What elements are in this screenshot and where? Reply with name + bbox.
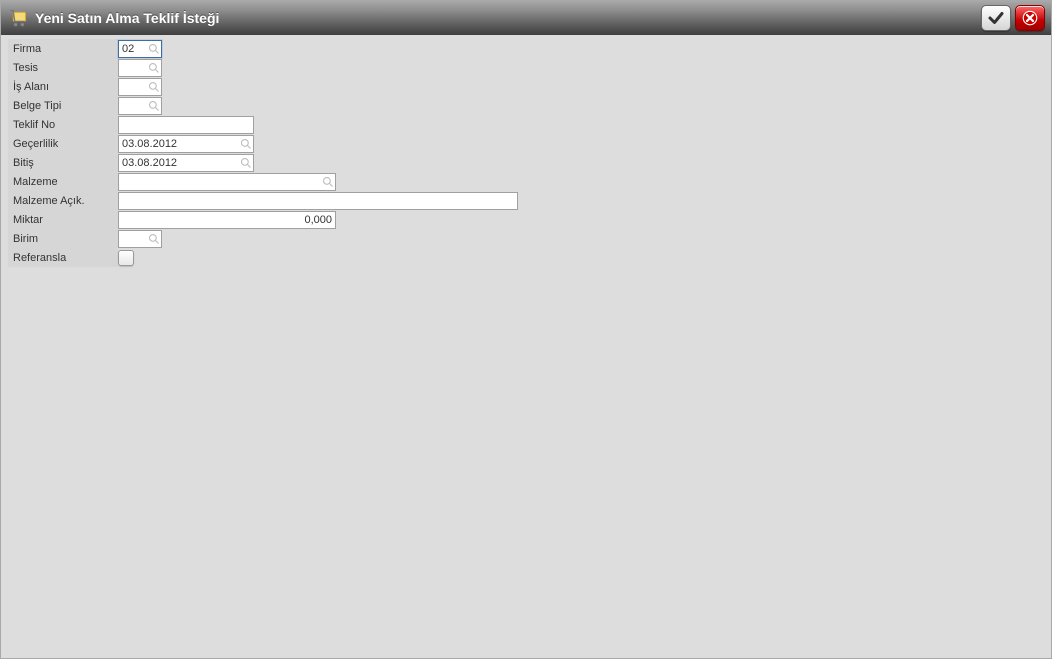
label-tesis: Tesis: [8, 58, 118, 77]
search-icon[interactable]: [148, 100, 160, 112]
row-gecerlilik: Geçerlilik: [8, 134, 1044, 153]
close-button[interactable]: [1015, 5, 1045, 31]
label-malzeme: Malzeme: [8, 172, 118, 191]
label-is-alani: İş Alanı: [8, 77, 118, 96]
titlebar-buttons: [981, 5, 1045, 31]
input-teklif-no[interactable]: [118, 116, 254, 134]
input-bitis[interactable]: [118, 154, 254, 172]
window: Yeni Satın Alma Teklif İsteği Firma: [0, 0, 1052, 659]
window-title: Yeni Satın Alma Teklif İsteği: [35, 10, 219, 26]
row-tesis: Tesis: [8, 58, 1044, 77]
row-referansla: Referansla: [8, 248, 1044, 267]
label-miktar: Miktar: [8, 210, 118, 229]
row-belge-tipi: Belge Tipi: [8, 96, 1044, 115]
label-malzeme-acik: Malzeme Açık.: [8, 191, 118, 210]
row-teklif-no: Teklif No: [8, 115, 1044, 134]
input-malzeme[interactable]: [118, 173, 336, 191]
row-miktar: Miktar: [8, 210, 1044, 229]
titlebar: Yeni Satın Alma Teklif İsteği: [1, 1, 1051, 35]
label-belge-tipi: Belge Tipi: [8, 96, 118, 115]
row-malzeme-acik: Malzeme Açık.: [8, 191, 1044, 210]
label-birim: Birim: [8, 229, 118, 248]
search-icon[interactable]: [148, 233, 160, 245]
label-gecerlilik: Geçerlilik: [8, 134, 118, 153]
cart-icon: [9, 8, 29, 28]
checkbox-referansla[interactable]: [118, 250, 134, 266]
input-malzeme-acik[interactable]: [118, 192, 518, 210]
search-icon[interactable]: [240, 138, 252, 150]
row-is-alani: İş Alanı: [8, 77, 1044, 96]
form-content: Firma Tesis İş Alanı: [1, 35, 1051, 271]
confirm-button[interactable]: [981, 5, 1011, 31]
search-icon[interactable]: [148, 43, 160, 55]
label-teklif-no: Teklif No: [8, 115, 118, 134]
row-bitis: Bitiş: [8, 153, 1044, 172]
search-icon[interactable]: [322, 176, 334, 188]
search-icon[interactable]: [148, 81, 160, 93]
row-birim: Birim: [8, 229, 1044, 248]
search-icon[interactable]: [148, 62, 160, 74]
search-icon[interactable]: [240, 157, 252, 169]
row-malzeme: Malzeme: [8, 172, 1044, 191]
input-miktar[interactable]: [118, 211, 336, 229]
label-bitis: Bitiş: [8, 153, 118, 172]
label-referansla: Referansla: [8, 248, 118, 267]
row-firma: Firma: [8, 39, 1044, 58]
input-gecerlilik[interactable]: [118, 135, 254, 153]
label-firma: Firma: [8, 39, 118, 58]
